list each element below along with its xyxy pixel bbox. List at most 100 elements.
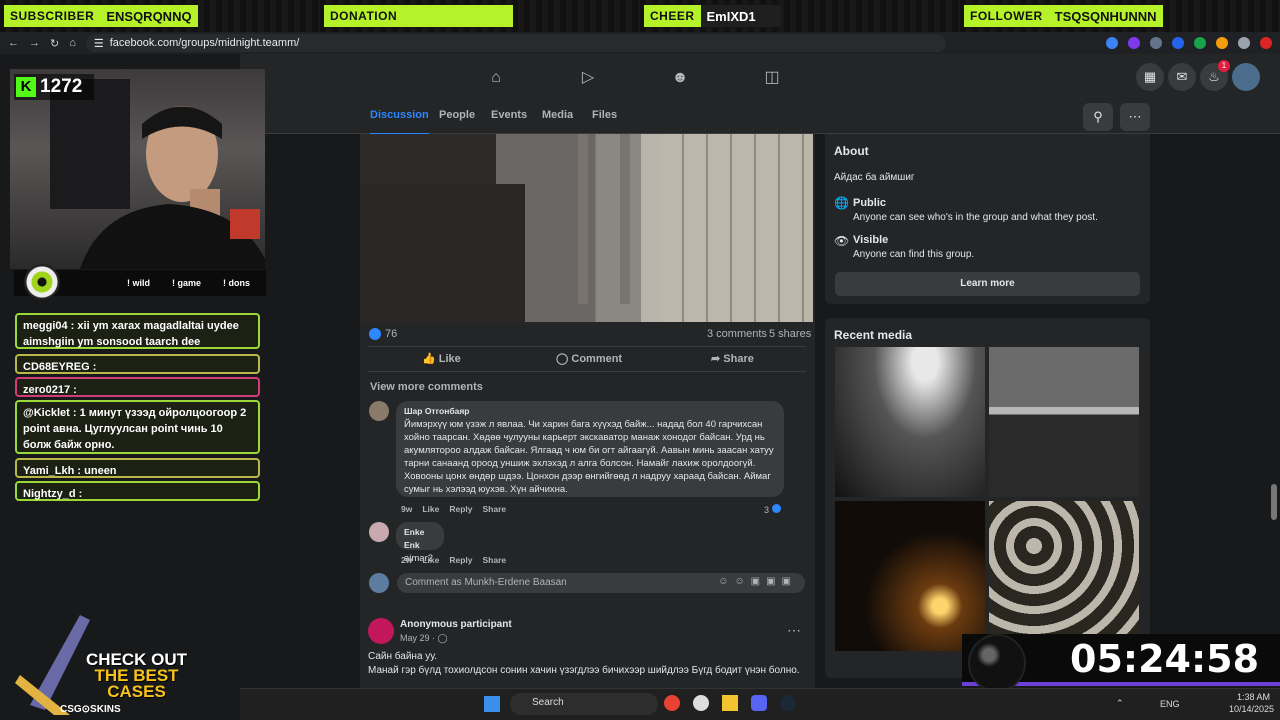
- avatar[interactable]: [369, 522, 389, 542]
- comment-share[interactable]: Share: [483, 504, 507, 514]
- likes-count[interactable]: 76: [385, 328, 397, 340]
- tab-media[interactable]: Media: [542, 109, 573, 121]
- globe-icon: ◯: [437, 633, 448, 643]
- like-button[interactable]: 👍 Like: [422, 352, 461, 365]
- clock-time[interactable]: 1:38 AM: [1237, 692, 1270, 702]
- more-options-icon[interactable]: ⋯: [1120, 103, 1150, 131]
- comment-bubble: Enke Enk aimar2: [396, 522, 444, 564]
- command-wild: ! wild: [126, 278, 150, 288]
- csgo-skins-promo: CHECK OUT THE BEST CASES CSG⊙SKINS: [0, 600, 190, 720]
- visibility-title: Visible: [853, 234, 889, 246]
- recent-media-title: Recent media: [834, 328, 913, 342]
- about-title: About: [834, 144, 869, 158]
- like-label: Like: [438, 353, 461, 365]
- media-thumbnail[interactable]: [835, 501, 985, 651]
- comment-reply[interactable]: Reply: [449, 555, 472, 565]
- extension-icon[interactable]: [1216, 37, 1228, 49]
- home-icon[interactable]: ⌂: [486, 68, 506, 88]
- video-icon[interactable]: ▷: [578, 68, 598, 88]
- clock-date[interactable]: 10/14/2025: [1229, 704, 1274, 714]
- steam-icon[interactable]: [780, 695, 796, 711]
- file-explorer-icon[interactable]: [722, 695, 738, 711]
- tab-events[interactable]: Events: [491, 109, 527, 121]
- tray-chevron-icon[interactable]: ⌃: [1116, 698, 1124, 709]
- home-icon[interactable]: ⌂: [69, 37, 76, 49]
- learn-more-button[interactable]: Learn more: [835, 272, 1140, 296]
- image-shape: [620, 134, 630, 304]
- language-indicator[interactable]: ENG: [1160, 699, 1180, 709]
- alert-tag: CHEER: [644, 5, 701, 27]
- extension-icon[interactable]: [1128, 37, 1140, 49]
- comment-share[interactable]: Share: [483, 555, 507, 565]
- extension-icon[interactable]: [1150, 37, 1162, 49]
- groups-icon[interactable]: ☻: [670, 68, 690, 88]
- group-tabs: Discussion People Events Media Files ⚲ ⋯: [240, 100, 1280, 135]
- media-thumbnail[interactable]: [989, 347, 1139, 497]
- tab-discussion[interactable]: Discussion: [370, 109, 429, 135]
- alert-tag: SUBSCRIBER: [4, 5, 101, 27]
- comment-tool-icons[interactable]: ☺☺▣▣▣: [718, 576, 797, 587]
- comment-input[interactable]: Comment as Munkh-Erdene Baasan ☺☺▣▣▣: [397, 573, 805, 593]
- chat-message: CD68EYREG :: [15, 354, 260, 374]
- timer-text: 05:24:58: [1070, 637, 1260, 681]
- chrome-icon[interactable]: [664, 695, 680, 711]
- anonymous-avatar-icon[interactable]: [368, 618, 394, 644]
- reload-icon[interactable]: ↻: [50, 37, 59, 50]
- extension-icon[interactable]: [1238, 37, 1250, 49]
- comment-author[interactable]: Шар Отгонбаяр: [404, 405, 776, 418]
- comment-meta: 2w Like Reply Share: [401, 555, 506, 565]
- windows-start-icon[interactable]: [484, 696, 500, 712]
- profile-icon[interactable]: [1260, 37, 1272, 49]
- comment-age[interactable]: 2w: [401, 555, 412, 565]
- comment-button[interactable]: ◯ Comment: [556, 352, 622, 365]
- kick-logo-icon: K: [16, 77, 36, 97]
- chat-message: Nightzy_d :: [15, 481, 260, 501]
- alert-tag: FOLLOWER: [964, 5, 1049, 27]
- like-reaction-icon: [369, 328, 381, 340]
- post-options-icon[interactable]: ⋯: [787, 622, 801, 639]
- post-image[interactable]: [360, 134, 813, 322]
- extension-icon[interactable]: [1172, 37, 1184, 49]
- comment-like[interactable]: Like: [422, 504, 439, 514]
- search-icon[interactable]: ⚲: [1083, 103, 1113, 131]
- address-bar[interactable]: ☰ facebook.com/groups/midnight.teamm/: [85, 34, 946, 52]
- avatar[interactable]: [1232, 63, 1260, 91]
- avatar[interactable]: [369, 401, 389, 421]
- messenger-icon[interactable]: ✉: [1168, 63, 1196, 91]
- media-thumbnail[interactable]: [989, 501, 1139, 651]
- post-text: Сайн байна уу.: [368, 651, 438, 662]
- reaction-number: 3: [764, 505, 770, 515]
- post-card: Anonymous participant May 29 · ◯ ⋯ Сайн …: [360, 610, 815, 700]
- menu-grid-icon[interactable]: ▦: [1136, 63, 1164, 91]
- comment-text: Йимэрхүү юм үзэж л явлаа. Чи харин бага …: [404, 419, 774, 495]
- post-date-text: May 29 ·: [400, 633, 438, 643]
- tab-people[interactable]: People: [439, 109, 475, 121]
- scrollbar-thumb[interactable]: [1271, 484, 1277, 520]
- chat-message: meggi04 : xii ym xarax magadlaltai uydee…: [15, 313, 260, 349]
- extension-icon[interactable]: [1194, 37, 1206, 49]
- comment-reply[interactable]: Reply: [449, 504, 472, 514]
- site-info-icon[interactable]: ☰: [94, 37, 104, 50]
- comment-age[interactable]: 9w: [401, 504, 412, 514]
- taskbar-search[interactable]: Search: [510, 693, 658, 715]
- tab-files[interactable]: Files: [592, 109, 617, 121]
- app-icon[interactable]: [693, 695, 709, 711]
- comment-author[interactable]: Enke Enk: [404, 526, 436, 552]
- shares-count[interactable]: 5 shares: [769, 328, 811, 340]
- comment-like[interactable]: Like: [422, 555, 439, 565]
- comment-reaction-count[interactable]: 3: [764, 504, 781, 515]
- gaming-icon[interactable]: ◫: [762, 68, 782, 88]
- post-date[interactable]: May 29 · ◯: [400, 633, 448, 644]
- divider: [368, 346, 806, 347]
- alert-value: [403, 5, 514, 27]
- comment-meta: 9w Like Reply Share: [401, 504, 506, 514]
- media-thumbnail[interactable]: [835, 347, 985, 497]
- discord-icon[interactable]: [751, 695, 767, 711]
- view-more-comments[interactable]: View more comments: [370, 381, 483, 393]
- forward-icon[interactable]: →: [29, 37, 40, 49]
- extension-icon[interactable]: [1106, 37, 1118, 49]
- post-author[interactable]: Anonymous participant: [400, 619, 512, 630]
- back-icon[interactable]: ←: [8, 37, 19, 49]
- share-button[interactable]: ➦ Share: [711, 352, 754, 365]
- comments-count[interactable]: 3 comments: [707, 328, 767, 340]
